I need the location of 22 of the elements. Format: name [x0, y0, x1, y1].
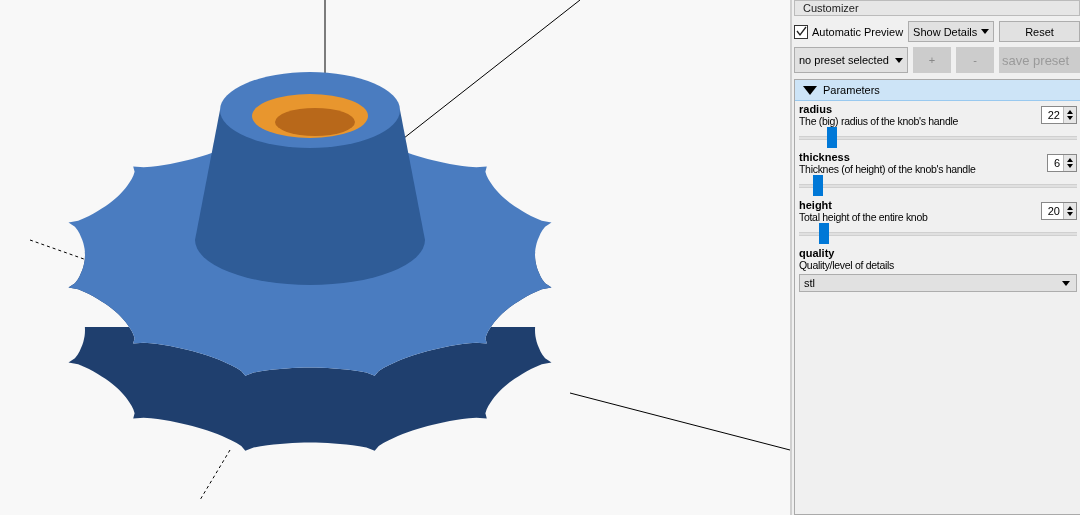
automatic-preview-checkbox[interactable]: Automatic Preview [794, 24, 904, 39]
number-spinbox[interactable]: 6 [1046, 154, 1077, 172]
parameter-name: thickness [799, 151, 851, 163]
panel-title: Customizer [794, 0, 1080, 16]
slider-thumb[interactable] [813, 175, 824, 196]
parameter-name: radius [799, 103, 833, 115]
parameter-description: Quality/level of details [799, 259, 894, 271]
parameter-name: height [799, 199, 833, 211]
quality-dropdown[interactable]: stl [799, 274, 1077, 292]
parameter-description: Thicknes (of height) of the knob's handle [799, 163, 976, 175]
parameter-description: Total height of the entire knob [799, 211, 928, 223]
number-spinbox[interactable]: 20 [1040, 202, 1077, 220]
parameter-description: The (big) radius of the knob's handle [799, 115, 958, 127]
slider-thumb[interactable] [819, 223, 829, 244]
reset-button[interactable]: Reset [999, 21, 1080, 42]
preset-dropdown[interactable]: no preset selected [794, 47, 908, 73]
slider-thumb[interactable] [827, 127, 838, 148]
number-spinbox[interactable]: 22 [1040, 106, 1077, 124]
collapse-triangle-icon[interactable] [803, 85, 817, 95]
parameters-header[interactable]: Parameters [795, 80, 1080, 101]
show-details-dropdown[interactable]: Show Details [908, 21, 995, 42]
parameter-name: quality [799, 247, 836, 259]
